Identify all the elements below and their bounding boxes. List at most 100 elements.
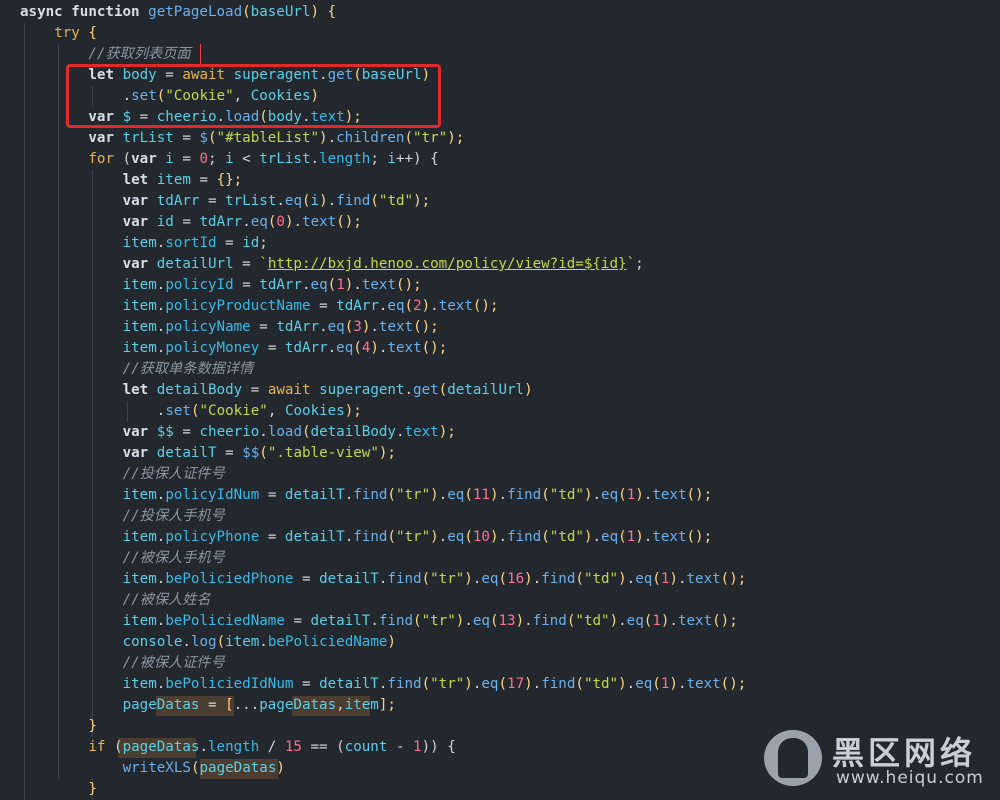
code-token: 17 [507,676,525,692]
code-line[interactable]: console.log(item.bePoliciedName) [123,632,396,653]
code-token: //投保人手机号 [122,508,225,524]
code-line[interactable]: item.bePoliciedName = detailT.find("tr")… [123,611,738,632]
code-token: (); [720,676,747,692]
code-token: ) [421,298,431,314]
code-token: . [395,424,405,440]
code-token: ) [344,277,354,293]
code-token: ( [327,277,337,293]
code-token: = [233,277,260,293]
code-line[interactable]: item.policyProductName = tdArr.eq(2).tex… [123,296,499,317]
code-line[interactable]: pageDatas = [...pageDatas,item]; [123,695,396,716]
code-token: find [532,613,567,629]
code-token: var [122,256,149,272]
code-token: = [293,676,320,692]
code-token: "tr" [413,130,448,146]
code-line[interactable]: //被保人手机号 [123,548,225,569]
code-token: 1 [336,277,345,293]
code-token: ( [259,445,268,461]
code-token: eq [327,319,345,335]
code-token: . [592,529,602,545]
code-token: var [122,445,149,461]
code-token: ) [524,382,533,398]
code-token: = [259,487,285,503]
code-token: ( [421,676,431,692]
code-token: var [131,151,157,167]
code-line[interactable]: //被保人证件号 [123,653,225,674]
code-token: ` [626,256,636,272]
code-line[interactable]: //被保人姓名 [123,590,211,611]
code-token: "tr" [430,571,465,587]
code-token: . [302,277,311,293]
code-token: 1 [652,613,661,629]
code-line[interactable]: } [88,779,97,800]
code-token: ) [583,529,593,545]
code-token: item [122,340,157,356]
code-token: ) [515,613,525,629]
code-token: i [310,193,320,209]
code-token: tdArr [259,277,302,293]
code-line[interactable]: try { [54,23,97,44]
code-token: text [652,529,687,545]
code-token: 1 [413,739,422,755]
code-token: = [310,298,337,314]
code-line[interactable]: //获取列表页面 [88,44,190,65]
code-line[interactable]: for (var i = 0; i < trList.length; i++) … [88,149,438,170]
code-token: (); [686,487,713,503]
code-token: eq [601,529,619,545]
code-line[interactable]: item.bePoliciedPhone = detailT.find("tr"… [123,569,747,590]
code-line[interactable]: var trList = $("#tableList").children("t… [88,128,464,149]
code-token: eq [481,571,499,587]
code-line[interactable]: let detailBody = await superagent.get(de… [123,380,533,401]
code-token: 16 [507,571,525,587]
code-line[interactable]: var detailUrl = `http://bxjd.henoo.com/p… [123,254,644,275]
code-line[interactable]: //获取单条数据详情 [123,359,254,380]
code-token: ) [489,529,499,545]
indent-guide [58,44,60,779]
code-token: item [122,487,157,503]
code-line[interactable]: if (pageDatas.length / 15 == (count - 1)… [88,737,455,758]
code-line[interactable]: var id = tdArr.eq(0).text(); [123,212,362,233]
code-token: var [122,193,149,209]
code-token: . [592,487,602,503]
code-token: load [267,424,302,440]
code-token: bePoliciedIdNum [165,676,294,692]
code-editor[interactable]: async function getPageLoad(baseUrl) {try… [0,0,1000,800]
code-line[interactable]: .set("Cookie", Cookies); [157,401,362,422]
code-line[interactable]: var tdArr = trList.eq(i).find("td"); [123,191,431,212]
code-token: "td" [583,676,619,692]
code-token: ( [413,613,422,629]
code-line[interactable]: item.policyName = tdArr.eq(3).text(); [123,317,439,338]
code-token: "Cookie" [199,403,268,419]
code-token: { [79,25,97,41]
code-line[interactable]: item.bePoliciedIdNum = detailT.find("tr"… [123,674,747,695]
code-line[interactable]: let item = {}; [123,170,243,191]
code-token: find [387,571,422,587]
code-token: //获取单条数据详情 [122,361,254,377]
code-line[interactable]: item.sortId = id; [123,233,268,254]
code-token: ); [413,193,431,209]
code-token: pageDatas [122,697,200,713]
code-token: . [532,571,542,587]
code-token: ) [430,529,439,545]
code-token: try [54,25,80,41]
code-line[interactable]: async function getPageLoad(baseUrl) { [20,2,336,23]
code-token: ; [259,235,268,251]
code-line[interactable]: item.policyId = tdArr.eq(1).text(); [123,275,422,296]
code-line[interactable]: writeXLS(pageDatas) [123,758,285,779]
code-token: detailUrl [447,382,525,398]
code-line[interactable]: item.policyMoney = tdArr.eq(4).text(); [123,338,448,359]
code-token: detailBody [310,424,396,440]
code-line[interactable]: var detailT = $$(".table-view"); [123,443,396,464]
code-line[interactable]: //投保人手机号 [123,506,225,527]
code-line[interactable]: var $$ = cheerio.load(detailBody.text); [123,422,456,443]
code-line[interactable]: item.policyPhone = detailT.find("tr").eq… [123,527,713,548]
code-line[interactable]: //投保人证件号 [123,464,225,485]
code-token: get [413,382,439,398]
code-token: eq [387,298,405,314]
code-line[interactable]: } [88,716,97,737]
code-line[interactable]: item.policyIdNum = detailT.find("tr").eq… [123,485,713,506]
code-token: trList [122,130,174,146]
code-token: eq [447,487,465,503]
